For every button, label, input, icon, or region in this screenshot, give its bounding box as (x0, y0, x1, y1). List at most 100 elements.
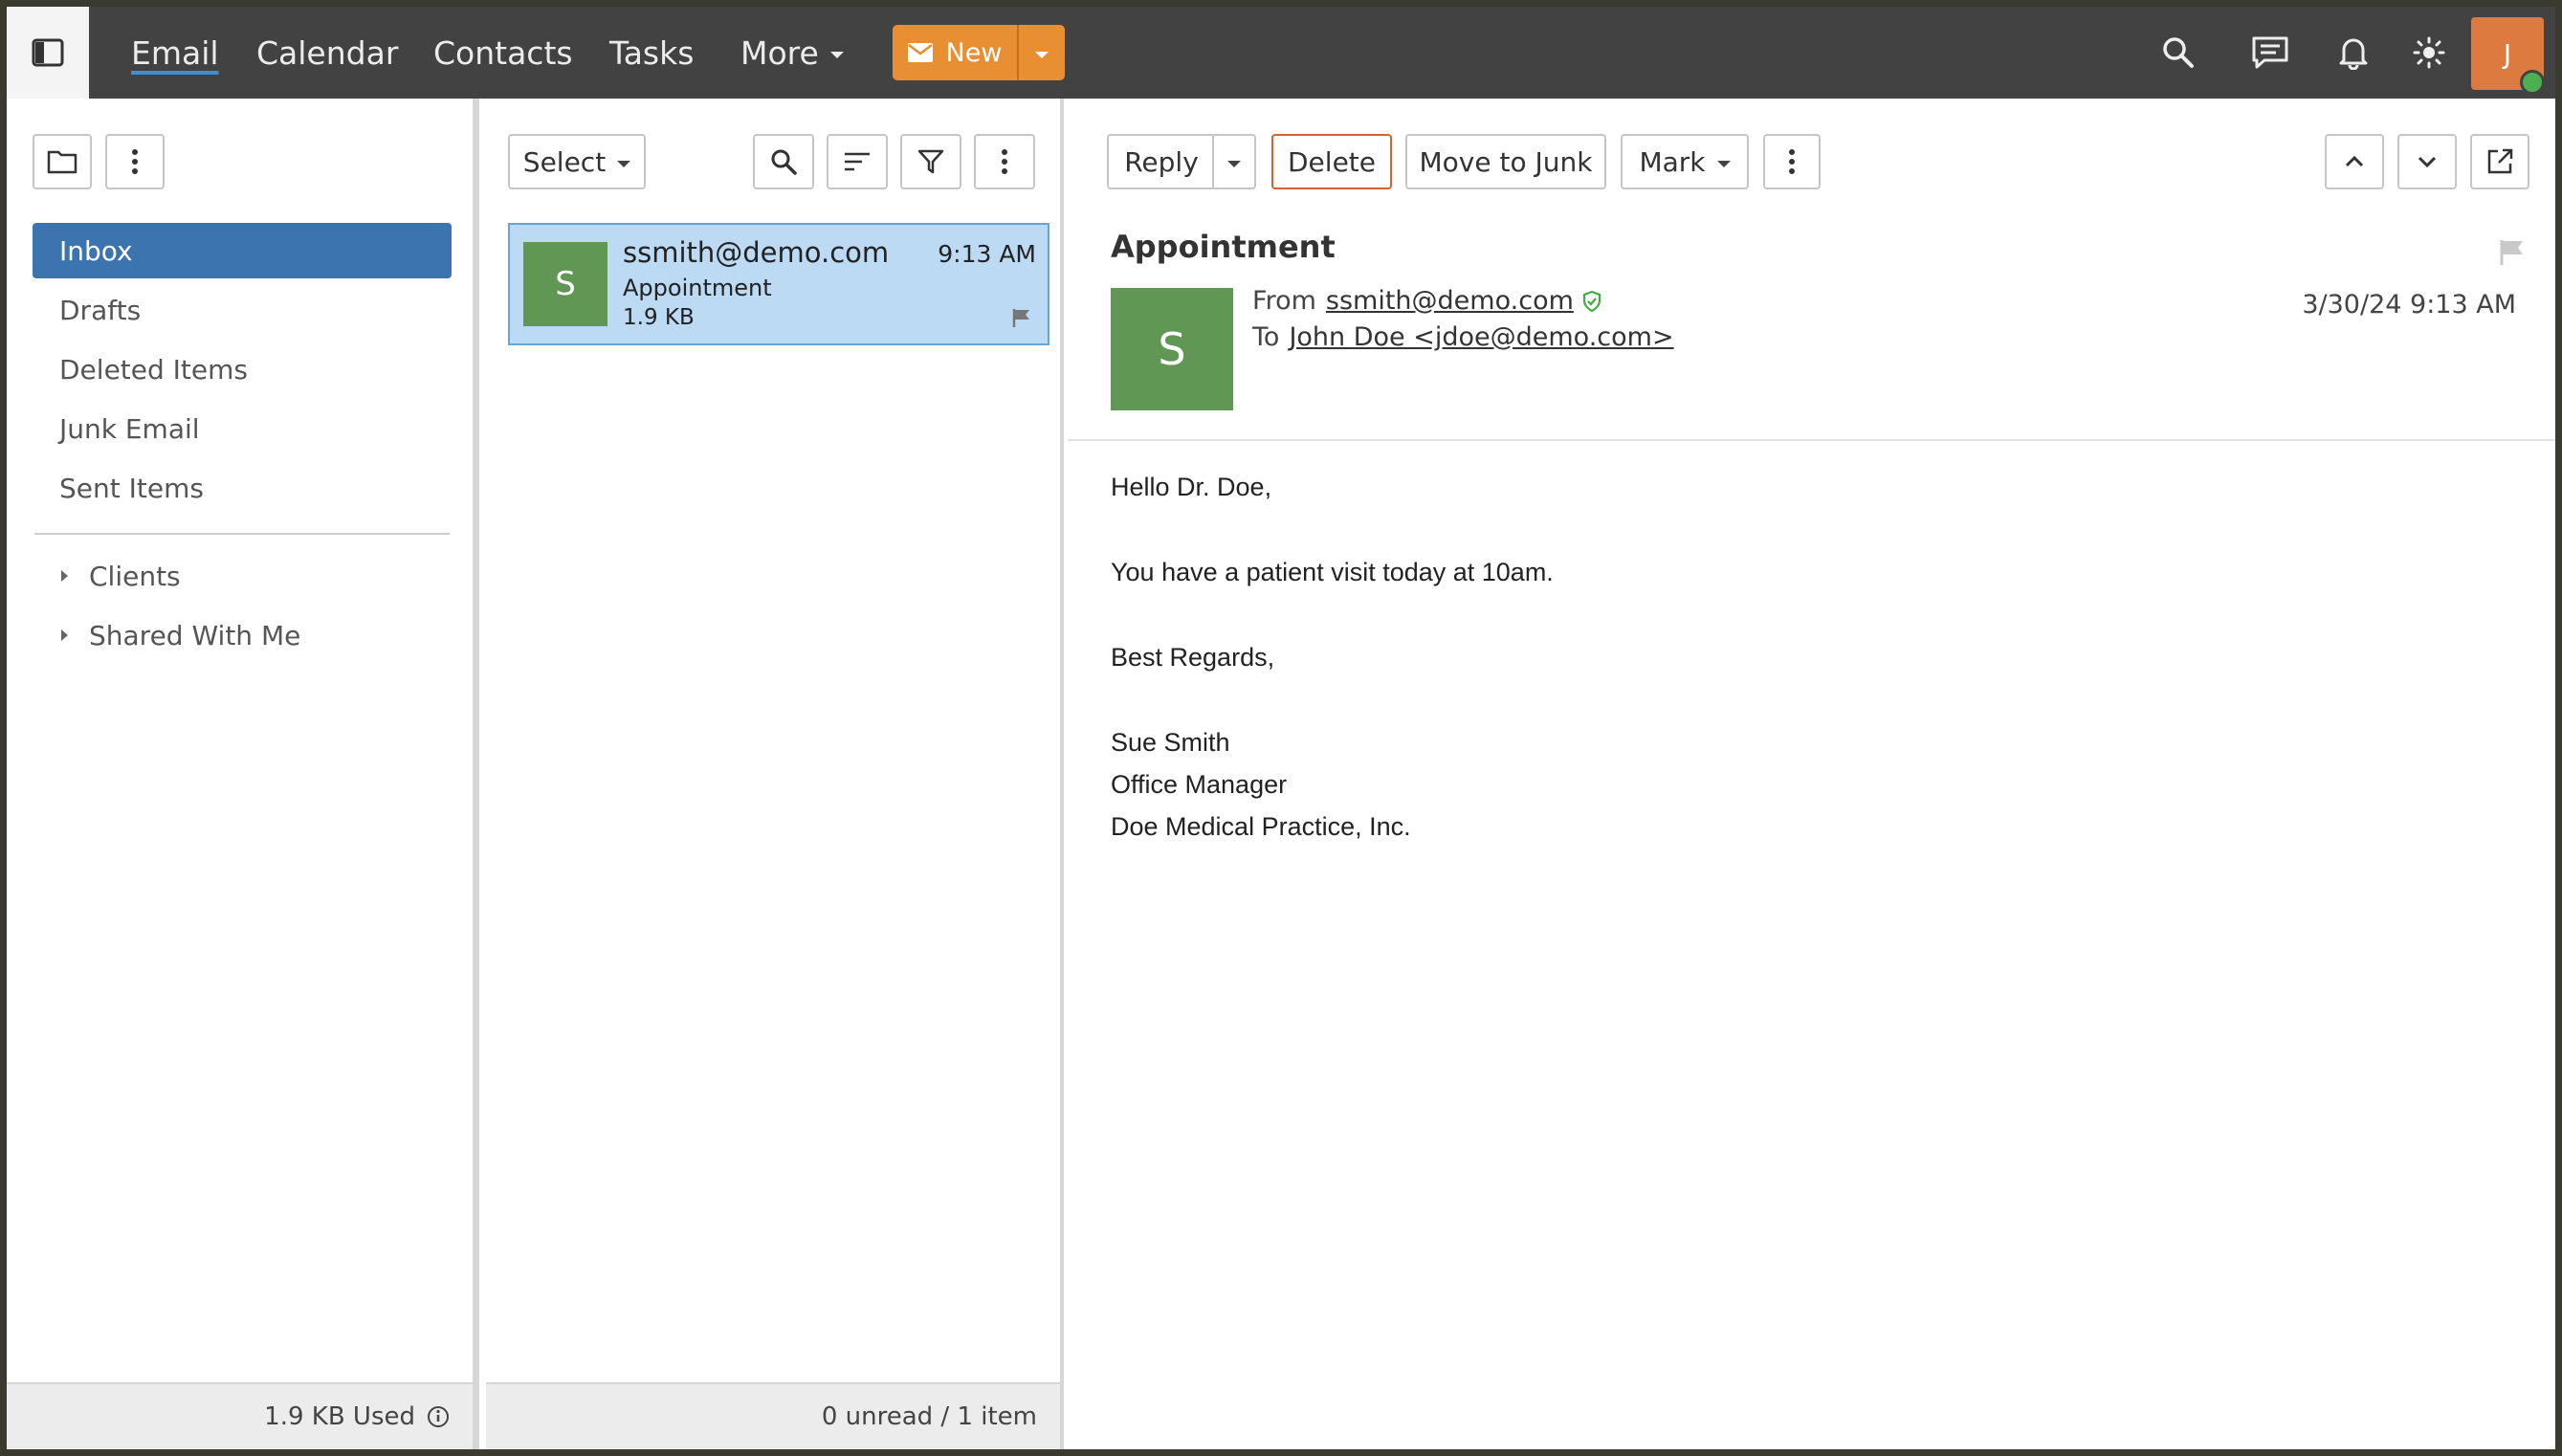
flag-icon[interactable] (1011, 307, 1032, 328)
sender-avatar: S (523, 242, 607, 326)
sender-avatar-large: S (1111, 288, 1233, 410)
more-vertical-icon (132, 149, 138, 174)
info-icon[interactable] (427, 1405, 450, 1428)
nav-contacts[interactable]: Contacts (433, 7, 573, 99)
folder-sent-items-label: Sent Items (59, 472, 204, 504)
folder-more-button[interactable] (105, 134, 165, 189)
delete-button[interactable]: Delete (1271, 134, 1392, 189)
flag-icon[interactable] (2498, 238, 2527, 267)
folder-inbox[interactable]: Inbox (33, 223, 452, 278)
reply-button[interactable]: Reply (1107, 134, 1214, 189)
app-window: Email Calendar Contacts Tasks More New J… (7, 7, 2555, 1449)
chevron-down-icon (2418, 156, 2437, 168)
verified-shield-icon (1582, 290, 1601, 312)
open-in-new-window-button[interactable] (2470, 134, 2529, 189)
new-button[interactable]: New (893, 25, 1019, 80)
theme-toggle-button[interactable] (2406, 30, 2452, 76)
folder-drafts[interactable]: Drafts (33, 282, 452, 338)
folder-group-clients-label: Clients (89, 560, 181, 592)
chevron-down-icon (1035, 51, 1049, 58)
message-date: 3/30/24 9:13 AM (2302, 290, 2516, 320)
chevron-down-icon (1716, 160, 1731, 167)
nav-more-label: More (740, 33, 819, 72)
from-address-link[interactable]: ssmith@demo.com (1326, 286, 1574, 316)
more-vertical-icon (1789, 149, 1795, 174)
user-initial: J (2503, 37, 2512, 70)
nav-email-label: Email (131, 33, 219, 72)
nav-contacts-label: Contacts (433, 33, 573, 72)
chat-icon (2252, 36, 2288, 69)
sort-icon (845, 152, 870, 171)
message-list-pane: Select S ssmith@demo.com 9:13 AM Appoint… (486, 99, 1064, 1449)
previous-message-button[interactable] (2325, 134, 2384, 189)
chat-button[interactable] (2247, 30, 2293, 76)
select-label: Select (522, 145, 607, 178)
folder-deleted-items-label: Deleted Items (59, 353, 248, 386)
sort-button[interactable] (827, 134, 888, 189)
nav-email[interactable]: Email (131, 7, 219, 99)
body-line: You have a patient visit today at 10am. (1111, 558, 1554, 586)
reader-more-button[interactable] (1763, 134, 1821, 189)
envelope-icon (907, 43, 933, 62)
external-link-icon (2487, 148, 2513, 174)
nav-tasks[interactable]: Tasks (609, 7, 694, 99)
move-to-junk-button[interactable]: Move to Junk (1405, 134, 1606, 189)
chevron-down-icon (1227, 160, 1241, 167)
sender-initial-large: S (1158, 323, 1186, 375)
message-count-footer: 0 unread / 1 item (486, 1382, 1060, 1449)
notifications-button[interactable] (2330, 30, 2376, 76)
message-count: 0 unread / 1 item (821, 1402, 1037, 1431)
select-dropdown[interactable]: Select (508, 134, 646, 189)
filter-button[interactable] (900, 134, 961, 189)
list-search-button[interactable] (753, 134, 814, 189)
folder-button[interactable] (33, 134, 92, 189)
presence-indicator (2520, 70, 2545, 95)
message-body: Hello Dr. Doe, You have a patient visit … (1111, 466, 1554, 848)
nav-tasks-label: Tasks (609, 33, 695, 72)
signature-name: Sue Smith (1111, 728, 1230, 757)
message-list-item[interactable]: S ssmith@demo.com 9:13 AM Appointment 1.… (508, 223, 1049, 345)
chevron-up-icon (2345, 155, 2364, 167)
mark-dropdown[interactable]: Mark (1621, 134, 1749, 189)
sidebar-toggle-button[interactable] (7, 7, 89, 99)
chevron-right-icon (61, 629, 68, 641)
reading-pane: Reply Delete Move to Junk Mark Appointme… (1068, 99, 2555, 1449)
search-button[interactable] (2155, 30, 2201, 76)
nav-calendar-label: Calendar (256, 33, 399, 72)
reply-dropdown-button[interactable] (1212, 134, 1256, 189)
to-address-link[interactable]: John Doe <jdoe@demo.com> (1289, 322, 1673, 352)
sun-icon (2413, 36, 2445, 69)
filter-icon (917, 149, 944, 174)
new-button-group: New (893, 25, 1065, 80)
nav-calendar[interactable]: Calendar (256, 7, 398, 99)
signature-title: Office Manager (1111, 770, 1288, 799)
message-time: 9:13 AM (938, 240, 1036, 268)
folder-junk-email[interactable]: Junk Email (33, 401, 452, 456)
message-subject-heading: Appointment (1111, 229, 1336, 265)
new-button-label: New (945, 37, 1003, 68)
folder-group-shared[interactable]: Shared With Me (34, 607, 453, 663)
body-greeting: Hello Dr. Doe, (1111, 473, 1272, 501)
list-more-button[interactable] (974, 134, 1035, 189)
signature-company: Doe Medical Practice, Inc. (1111, 812, 1411, 841)
folder-junk-email-label: Junk Email (59, 412, 200, 445)
folder-group-clients[interactable]: Clients (34, 548, 453, 604)
move-to-junk-label: Move to Junk (1419, 145, 1593, 178)
sender-initial: S (555, 265, 576, 303)
message-size: 1.9 KB (623, 305, 695, 330)
more-vertical-icon (1002, 149, 1007, 174)
mark-label: Mark (1639, 145, 1706, 178)
chevron-right-icon (61, 570, 68, 582)
folder-sent-items[interactable]: Sent Items (33, 460, 452, 516)
bell-icon (2339, 38, 2368, 70)
folder-deleted-items[interactable]: Deleted Items (33, 342, 452, 397)
to-label: To (1252, 322, 1280, 352)
chevron-down-icon (829, 51, 844, 58)
storage-used: 1.9 KB Used (264, 1402, 415, 1431)
folder-icon (47, 150, 77, 174)
next-message-button[interactable] (2397, 134, 2457, 189)
new-dropdown-button[interactable] (1019, 25, 1065, 80)
nav-more[interactable]: More (740, 7, 844, 99)
message-subject: Appointment (623, 275, 772, 301)
delete-label: Delete (1288, 145, 1376, 178)
